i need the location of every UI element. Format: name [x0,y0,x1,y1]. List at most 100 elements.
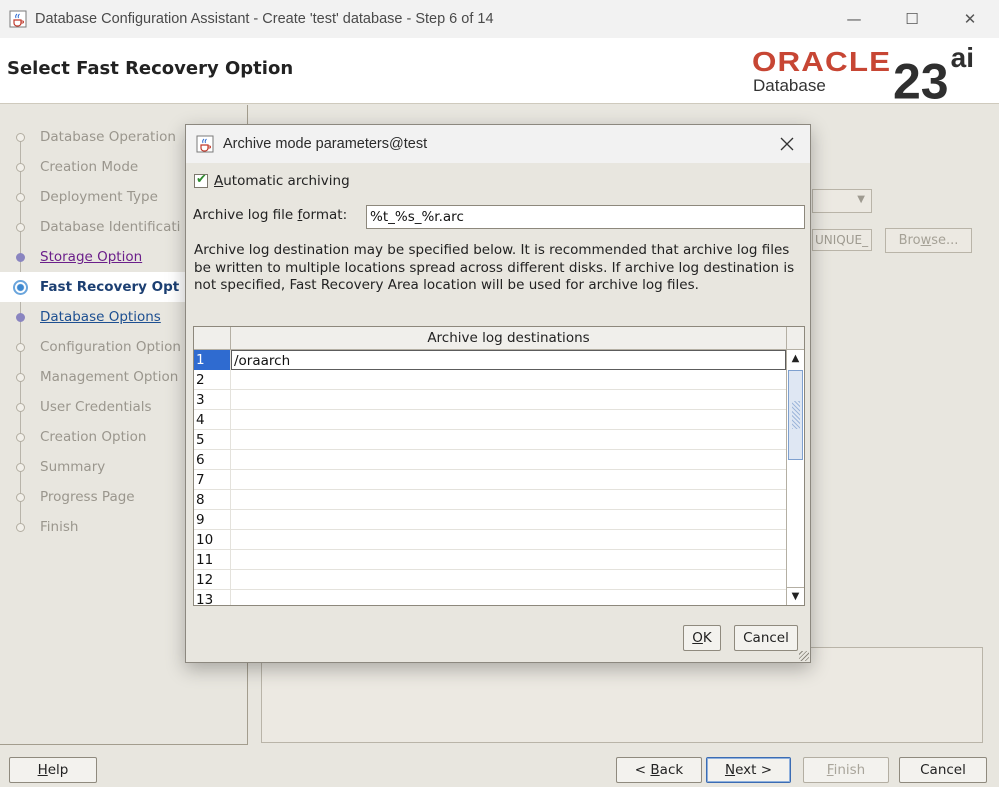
oracle-logo: ORACLE Database 23ai [752,42,992,110]
checkmark-icon: ✔ [196,172,207,187]
row-number: 10 [194,530,231,550]
help-button[interactable]: Help [9,757,97,783]
table-row[interactable]: 8 [194,490,786,510]
step-label: Database Identificati [40,219,181,235]
archive-destinations-table: Archive log destinations 1/oraarch 2 3 4 5 6 7… [193,326,805,606]
step-indicator-icon [16,312,25,322]
maximize-button[interactable]: ☐ [883,0,941,38]
step-label: Configuration Option [40,339,181,355]
destination-cell[interactable] [231,370,786,390]
row-number: 8 [194,490,231,510]
step-label: User Credentials [40,399,152,415]
step-indicator-icon [16,252,25,262]
table-row[interactable]: 2 [194,370,786,390]
step-indicator-icon [16,192,25,202]
step-indicator-icon [16,132,25,142]
destination-cell[interactable] [231,590,786,605]
step-label: Storage Option [40,249,143,265]
table-row[interactable]: 4 [194,410,786,430]
step-label: Database Options [40,309,161,325]
step-label: Summary [40,459,106,475]
table-row[interactable]: 1/oraarch [194,350,786,370]
table-row[interactable]: 3 [194,390,786,410]
destination-cell[interactable] [231,550,786,570]
logo-version: 23ai [893,42,974,110]
row-number: 12 [194,570,231,590]
step-label: Database Operation [40,129,176,145]
table-row[interactable]: 9 [194,510,786,530]
step-indicator-icon [16,432,25,442]
browse-button: Browse... [885,228,972,253]
dialog-close-button[interactable] [770,125,804,163]
scrollbar-corner [786,327,804,350]
step-indicator-icon [16,522,25,532]
destination-cell[interactable] [231,510,786,530]
table-row[interactable]: 5 [194,430,786,450]
table-row[interactable]: 13 [194,590,786,605]
row-number: 2 [194,370,231,390]
step-label: Management Option [40,369,179,385]
java-cup-icon [9,10,27,28]
row-number: 3 [194,390,231,410]
row-number: 7 [194,470,231,490]
dialog-cancel-button[interactable]: Cancel [734,625,798,651]
step-indicator-icon [16,492,25,502]
archive-destination-description: Archive log destination may be specified… [194,242,795,294]
table-row[interactable]: 6 [194,450,786,470]
page-title: Select Fast Recovery Option [7,58,294,79]
step-label: Creation Option [40,429,147,445]
table-row[interactable]: 7 [194,470,786,490]
destination-cell[interactable] [231,470,786,490]
destination-cell[interactable] [231,530,786,550]
step-indicator-icon [16,372,25,382]
destination-cell[interactable] [231,410,786,430]
minimize-button[interactable]: — [825,0,883,38]
table-row[interactable]: 11 [194,550,786,570]
scrollbar-thumb[interactable] [788,370,803,460]
destination-cell[interactable] [231,490,786,510]
background-combobox [812,189,872,213]
automatic-archiving-label: Automatic archiving [214,173,350,189]
row-number: 11 [194,550,231,570]
table-vertical-scrollbar[interactable]: ▲ ▼ [786,350,804,605]
step-label: Fast Recovery Opt [40,279,180,295]
table-row[interactable]: 10 [194,530,786,550]
archive-log-format-input[interactable] [366,205,805,229]
close-window-button[interactable]: ✕ [941,0,999,38]
destination-cell[interactable]: /oraarch [231,350,786,370]
row-number: 6 [194,450,231,470]
automatic-archiving-row[interactable]: ✔ Automatic archiving [194,172,350,189]
automatic-archiving-checkbox[interactable]: ✔ [194,172,208,188]
window-title: Database Configuration Assistant - Creat… [35,11,494,27]
step-indicator-icon [16,462,25,472]
step-label: Finish [40,519,79,535]
dialog-title: Archive mode parameters@test [223,136,428,152]
row-number: 13 [194,590,231,605]
cancel-button[interactable]: Cancel [899,757,987,783]
background-unique-field: UNIQUE_ [812,229,872,251]
destination-cell[interactable] [231,450,786,470]
row-number: 1 [194,350,231,370]
table-body: 1/oraarch 2 3 4 5 6 7 8 9 10 11 12 13 [194,350,786,605]
row-number: 5 [194,430,231,450]
destination-cell[interactable] [231,430,786,450]
scroll-up-arrow-icon[interactable]: ▲ [787,350,804,368]
step-indicator-icon [16,222,25,232]
back-button[interactable]: < Back [616,757,702,783]
format-label: Archive log file format: [193,207,348,223]
column-header-destinations: Archive log destinations [427,330,590,346]
row-number: 9 [194,510,231,530]
scroll-down-arrow-icon[interactable]: ▼ [787,587,804,605]
destination-cell[interactable] [231,390,786,410]
table-corner [194,327,231,350]
row-number: 4 [194,410,231,430]
archive-mode-dialog: Archive mode parameters@test ✔ Automatic… [185,124,811,663]
step-indicator-icon [16,402,25,412]
next-button[interactable]: Next > [706,757,791,783]
java-cup-icon [196,135,214,153]
ok-button[interactable]: OK [683,625,721,651]
table-row[interactable]: 12 [194,570,786,590]
step-indicator-icon [16,162,25,172]
destination-cell[interactable] [231,570,786,590]
resize-grip-icon[interactable] [799,651,809,661]
